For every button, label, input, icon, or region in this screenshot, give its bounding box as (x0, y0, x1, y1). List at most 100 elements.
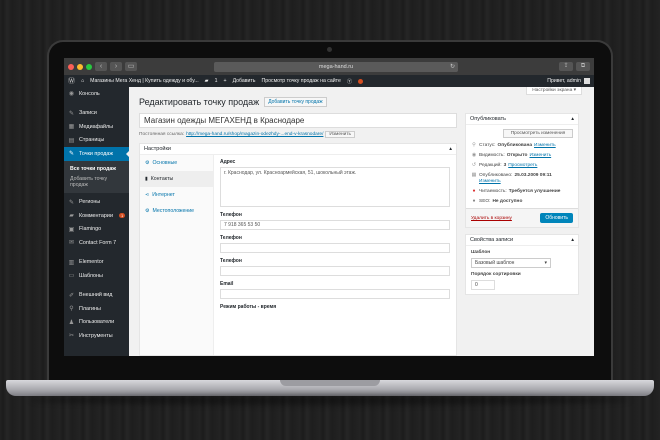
phone2-input[interactable] (220, 243, 450, 253)
comments-icon[interactable]: ▰ (205, 78, 209, 84)
publish-title: Опубликовать (470, 116, 506, 122)
template-select[interactable]: Базовый шаблон ▾ (471, 258, 551, 268)
sidebar-item-users[interactable]: ♟ Пользователи (64, 316, 129, 330)
sidebar-item-elementor[interactable]: ▥ Elementor (64, 256, 129, 270)
sidebar-item-flamingo[interactable]: ▣ Flamingo (64, 223, 129, 237)
share-icon: ⋖ (145, 192, 150, 198)
edit-visibility-link[interactable]: Изменить (530, 153, 552, 158)
phone1-input[interactable]: 7 918 365 53 50 (220, 220, 450, 230)
close-window-button[interactable] (68, 63, 74, 70)
sidebar-item-templates[interactable]: ▭ Шаблоны (64, 269, 129, 283)
sidebar-item-appearance[interactable]: ✐ Внешний вид (64, 289, 129, 303)
eye-icon: ◉ (471, 152, 477, 158)
address-textarea[interactable]: г. Краснодар, ул. Красноармейская, 51, ш… (220, 167, 450, 207)
order-input[interactable]: 0 (471, 280, 495, 290)
sidebar-item-dashboard[interactable]: ◉ Консоль (64, 87, 129, 101)
site-name-link[interactable]: Магазины Мега Хенд | Купить одежду и обу… (90, 78, 199, 84)
comments-badge: 1 (118, 213, 126, 219)
add-new-link[interactable]: Добавить (233, 78, 256, 84)
settings-metabox: Настройки ▴ ⚙ Основные ▮ Контакты ⋖ Инте… (139, 143, 457, 356)
tools-icon: ✂ (68, 333, 75, 340)
email-label: Email (220, 281, 234, 287)
reload-icon[interactable]: ↻ (450, 62, 455, 72)
folder-icon: ▭ (68, 273, 75, 280)
browser-toolbar: ‹ › ▭ mega-hand.ru ↻ ⇪ ⧉ (64, 58, 594, 75)
share-icon[interactable]: ⇪ (559, 62, 573, 71)
mail-icon: ✉ (68, 240, 75, 247)
sidebar-item-label: Комментарии (79, 212, 113, 219)
attributes-title: Свойства записи (470, 237, 514, 243)
maximize-window-button[interactable] (86, 63, 92, 70)
sidebar-item-label: Точки продаж (79, 150, 113, 157)
wordpress-logo-icon[interactable]: Ⓦ (68, 76, 75, 86)
view-link[interactable]: Просмотр точку продаж на сайте (262, 78, 341, 84)
edit-date-link[interactable]: Изменить (479, 179, 501, 184)
sidebar-item-posts[interactable]: ✎ Записи (64, 107, 129, 121)
edit-status-link[interactable]: Изменить (534, 143, 556, 148)
yoast-icon[interactable]: Ⓨ (347, 78, 352, 85)
sidebar-item-contact-form[interactable]: ✉ Contact Form 7 (64, 236, 129, 250)
pin-icon: ✎ (68, 110, 75, 117)
collapse-icon[interactable]: ▴ (571, 237, 574, 243)
post-attributes-box: Свойства записи ▴ Шаблон Базовый шаблон ▾… (465, 234, 579, 295)
greeting[interactable]: Привет, admin (547, 78, 581, 84)
wp-admin-bar: Ⓦ ⌂ Магазины Мега Хенд | Купить одежду и… (64, 75, 594, 87)
address-bar[interactable]: mega-hand.ru ↻ (214, 61, 458, 72)
collapse-icon[interactable]: ▴ (571, 116, 574, 122)
sidebar-item-tools[interactable]: ✂ Инструменты (64, 329, 129, 343)
tabs-icon[interactable]: ⧉ (576, 62, 590, 71)
laptop-screen: ‹ › ▭ mega-hand.ru ↻ ⇪ ⧉ Ⓦ ⌂ Магазины Ме… (64, 58, 594, 356)
sidebar-item-label: Внешний вид (79, 292, 113, 299)
comment-icon: ▰ (69, 213, 74, 220)
laptop-shadow (30, 395, 630, 405)
view-revisions-link[interactable]: Просмотреть (508, 163, 537, 168)
phone3-input[interactable] (220, 266, 450, 276)
book-icon: ▮ (145, 176, 148, 182)
edit-permalink-button[interactable]: Изменить (325, 131, 356, 138)
tab-contacts[interactable]: ▮ Контакты (140, 171, 213, 187)
sidebar-item-label: Шаблоны (79, 272, 103, 279)
add-new-icon: + (223, 78, 227, 84)
avatar[interactable] (584, 78, 590, 84)
move-to-trash-link[interactable]: Удалить в корзину (471, 216, 512, 221)
url-text: mega-hand.ru (318, 63, 354, 70)
published-date: 25.03.2009 09:11 (514, 172, 552, 178)
permalink-row: Постоянная ссылка: http://mega-hand.ru/s… (139, 131, 457, 138)
sidebar-item-media[interactable]: ▦ Медиафайлы (64, 120, 129, 134)
seo-icon: ● (472, 198, 476, 204)
minimize-window-button[interactable] (77, 63, 83, 70)
preview-changes-button[interactable]: Просмотреть изменения (503, 129, 573, 138)
submenu-add-point[interactable]: Добавить точку продаж (64, 174, 129, 190)
readability-value: Требуется улучшение (508, 188, 561, 194)
sidebar-item-comments[interactable]: ▰ Комментарии 1 (64, 209, 129, 223)
update-button[interactable]: Обновить (540, 213, 573, 223)
sidebar-item-sales-points[interactable]: ✎ Точки продаж (64, 147, 129, 161)
phone3-label: Телефон (220, 258, 242, 264)
flamingo-icon: ▣ (68, 226, 75, 233)
email-input[interactable] (220, 289, 450, 299)
sidebar-item-label: Консоль (79, 90, 100, 97)
post-title-input[interactable]: Магазин одежды МЕГАХЕНД в Краснодаре (139, 113, 457, 128)
calendar-icon: ▦ (471, 172, 477, 178)
sidebar-item-plugins[interactable]: ⚲ Плагины (64, 302, 129, 316)
order-label: Порядок сортировки (471, 272, 521, 277)
media-icon: ▦ (68, 124, 75, 131)
tab-internet[interactable]: ⋖ Интернет (140, 187, 213, 203)
comments-count[interactable]: 1 (215, 78, 218, 84)
submenu-all-points[interactable]: Все точки продаж (64, 164, 129, 174)
back-icon[interactable]: ‹ (95, 62, 107, 71)
sidebar-item-pages[interactable]: ▤ Страницы (64, 134, 129, 148)
seo-value: Не доступно (492, 198, 523, 204)
screen-options-button[interactable]: Настройки экрана ▾ (526, 87, 582, 95)
publish-box: Опубликовать ▴ Просмотреть изменения ⚲ С… (465, 113, 579, 228)
add-new-button[interactable]: Добавить точку продаж (264, 97, 327, 107)
tab-location[interactable]: ⚙ Местоположение (140, 203, 213, 219)
collapse-icon[interactable]: ▴ (449, 146, 452, 152)
permalink-link[interactable]: http://mega-hand.ru/shop/magazin-odezhdy… (186, 132, 323, 137)
sidebar-item-regions[interactable]: ✎ Регионы (64, 196, 129, 210)
tab-general[interactable]: ⚙ Основные (140, 155, 213, 171)
gear-icon: ⚙ (145, 160, 150, 166)
sidebar-toggle-icon[interactable]: ▭ (125, 62, 137, 71)
forward-icon[interactable]: › (110, 62, 122, 71)
sidebar-submenu: Все точки продаж Добавить точку продаж (64, 160, 129, 193)
